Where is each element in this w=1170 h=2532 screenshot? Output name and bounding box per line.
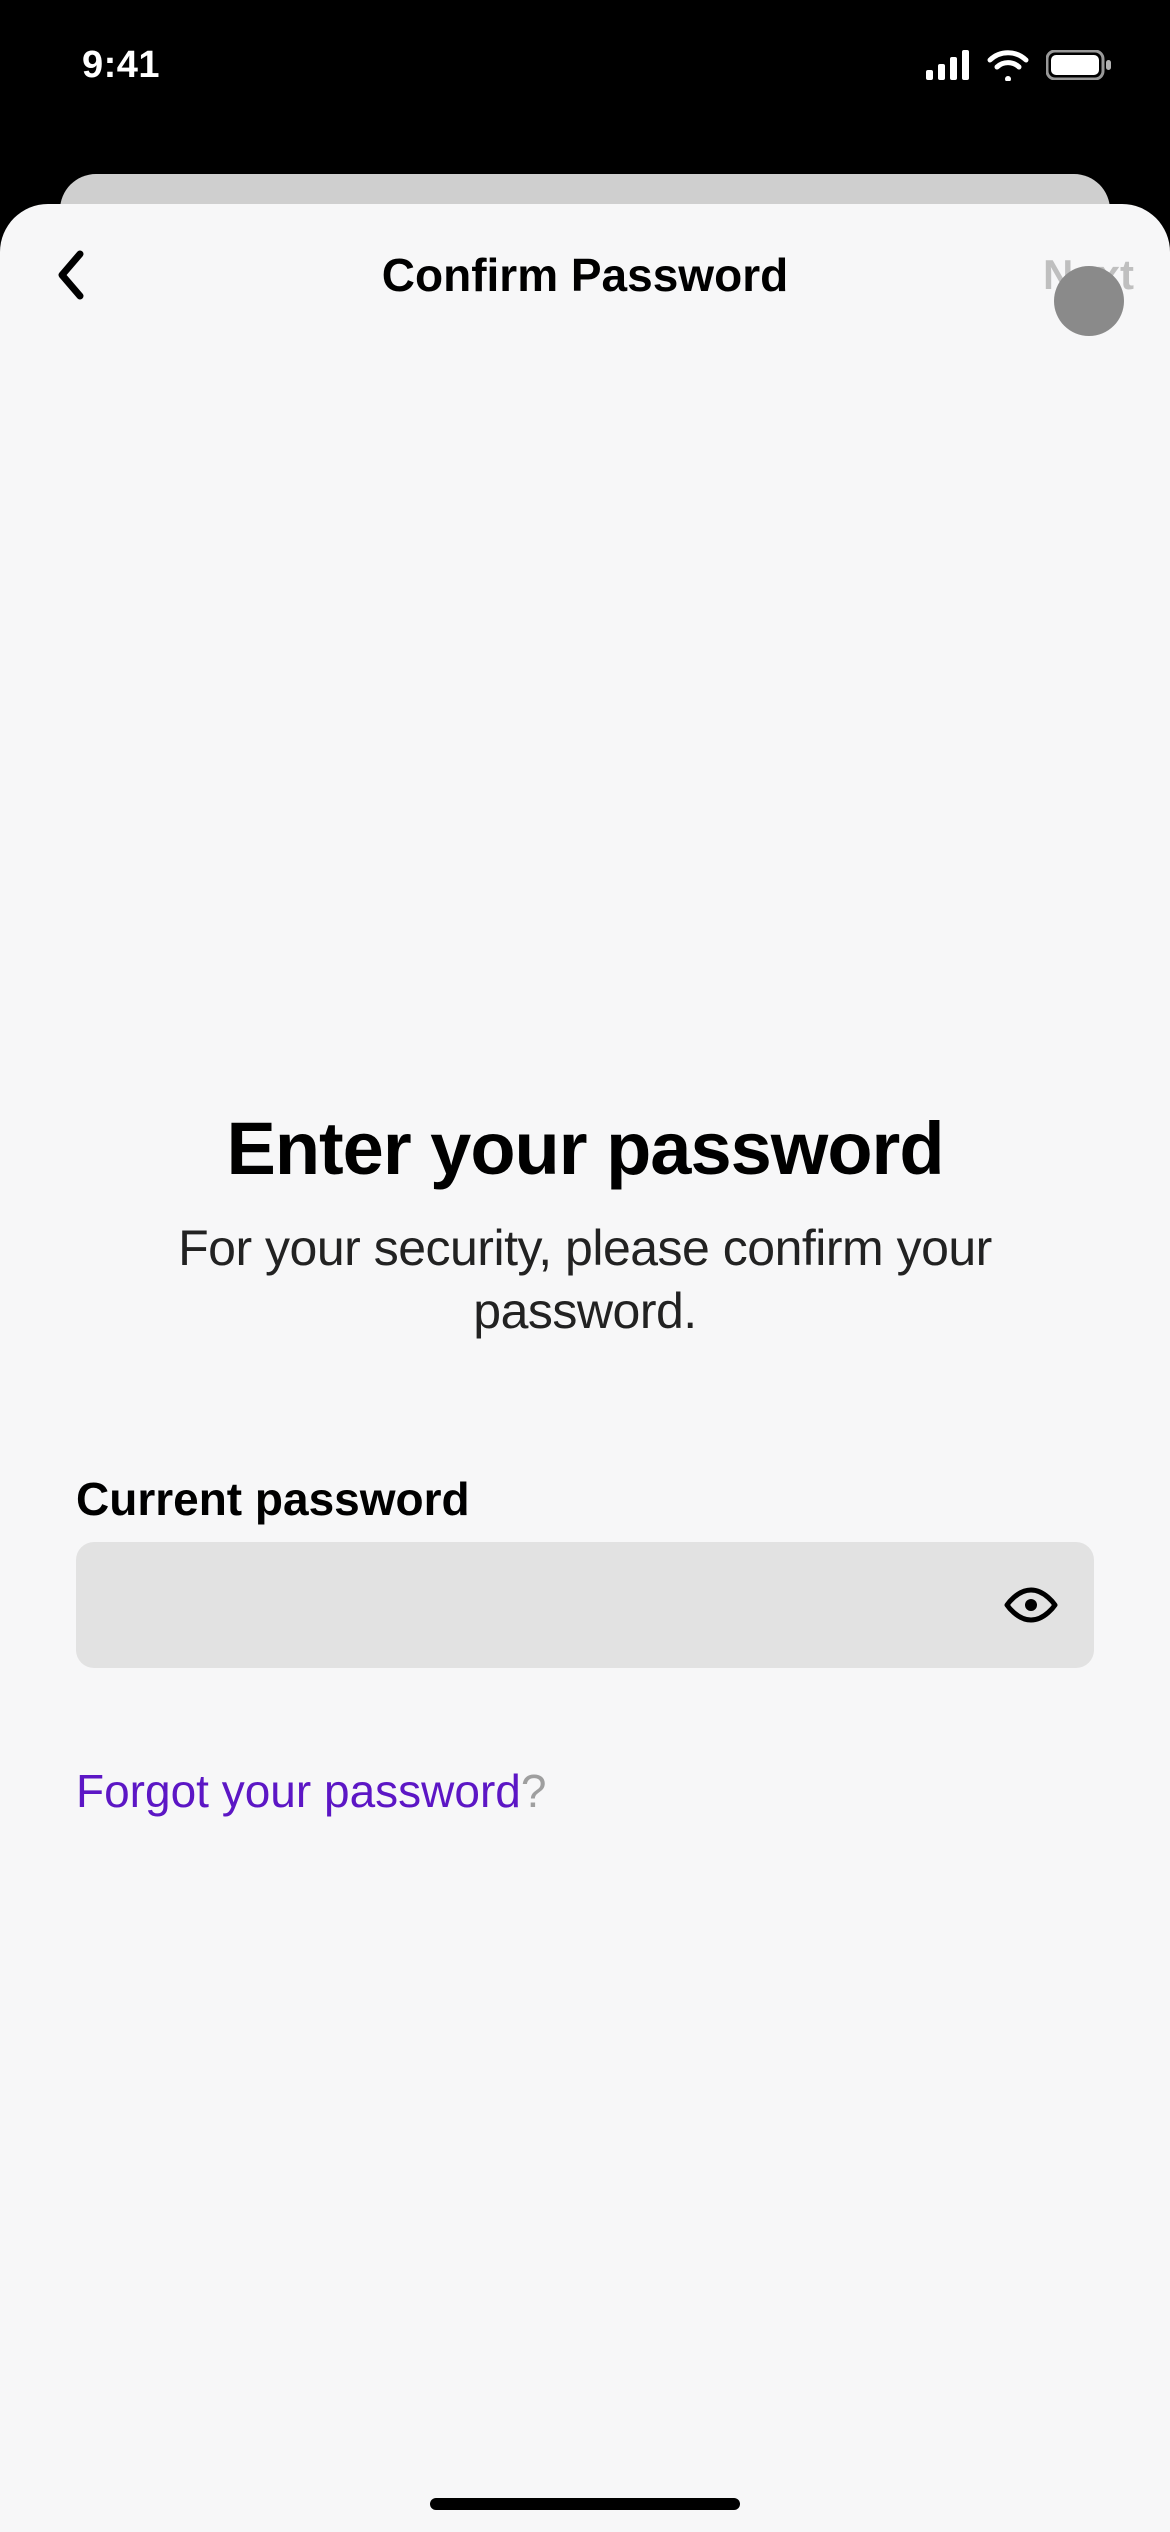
status-bar: 9:41 (0, 0, 1170, 130)
home-indicator[interactable] (430, 2498, 740, 2510)
password-field-label: Current password (76, 1472, 1094, 1526)
reveal-password-button[interactable] (996, 1570, 1066, 1640)
modal-sheet: Confirm Password Next Enter your passwor… (0, 204, 1170, 2532)
page-title: Confirm Password (382, 248, 788, 302)
back-button[interactable] (36, 240, 106, 310)
password-input[interactable] (110, 1542, 974, 1668)
cellular-icon (926, 50, 970, 80)
battery-icon (1046, 50, 1112, 80)
password-field-group: Current password (76, 1472, 1094, 1668)
wifi-icon (986, 49, 1030, 81)
statusbar-time: 9:41 (82, 44, 160, 87)
forgot-password-text: Forgot your password (76, 1765, 521, 1817)
forgot-password-link[interactable]: Forgot your password? (76, 1764, 546, 1818)
content-area: Enter your password For your security, p… (0, 346, 1170, 1818)
statusbar-indicators (926, 49, 1112, 81)
main-heading: Enter your password (76, 1106, 1094, 1191)
main-subheading: For your security, please confirm your p… (76, 1217, 1094, 1342)
forgot-password-q: ? (521, 1765, 547, 1817)
password-input-wrap (76, 1542, 1094, 1668)
eye-icon (1003, 1586, 1059, 1624)
navbar: Confirm Password Next (0, 204, 1170, 346)
overlay-dot (1054, 266, 1124, 336)
chevron-left-icon (56, 250, 86, 300)
